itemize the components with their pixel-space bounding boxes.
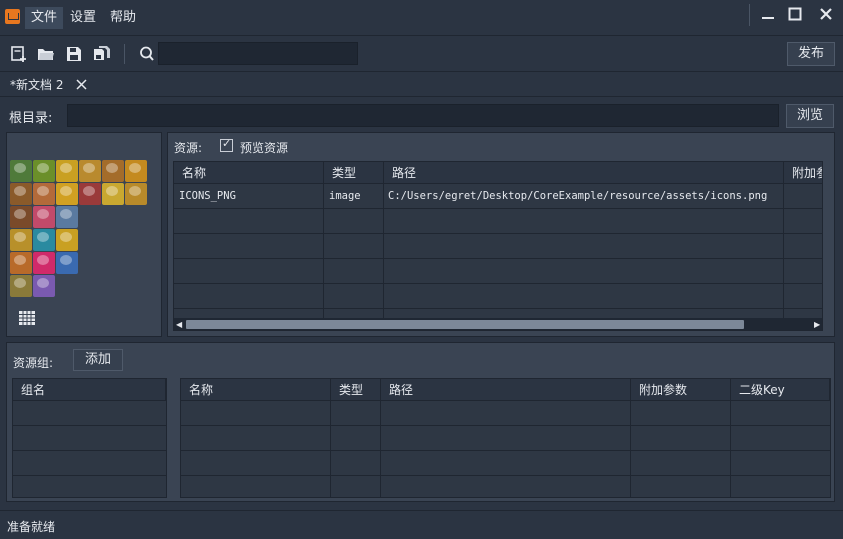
tab-new-document[interactable]: *新文档 2 [6, 74, 96, 96]
close-tab-icon[interactable] [76, 74, 87, 97]
table-row [181, 476, 830, 501]
app-logo-icon [5, 9, 20, 24]
column-header-extra-params[interactable]: 附加参数 [631, 379, 731, 401]
menu-help[interactable]: 帮助 [104, 7, 142, 29]
table-row[interactable]: ICONS_PNG image C:/Users/egret/Desktop/C… [174, 184, 822, 209]
column-header-type[interactable]: 类型 [331, 379, 381, 401]
title-menu-bar: 文件 设置 帮助 [0, 0, 843, 36]
toolbar-divider [124, 44, 125, 64]
column-divider [323, 162, 324, 320]
close-window-button[interactable] [814, 3, 838, 25]
root-directory-label: 根目录: [9, 111, 53, 126]
table-row [13, 401, 166, 426]
cell-name: ICONS_PNG [179, 190, 236, 202]
scroll-left-arrow-icon[interactable]: ◀ [176, 320, 182, 329]
table-row [181, 401, 830, 426]
group-table: 组名 [12, 378, 167, 498]
menu-file[interactable]: 文件 [25, 7, 64, 29]
table-row [174, 284, 822, 309]
column-divider [330, 379, 331, 497]
minimize-button[interactable] [756, 3, 780, 25]
column-divider [783, 162, 784, 320]
search-icon [140, 46, 154, 61]
group-detail-table: 名称 类型 路径 附加参数 二级Key [180, 378, 831, 498]
save-icon[interactable] [65, 45, 83, 63]
column-header-extra[interactable]: 附加参 [784, 162, 822, 184]
preview-resources-label[interactable]: 预览资源 [240, 139, 288, 156]
column-header-group-name[interactable]: 组名 [13, 379, 166, 401]
column-divider [630, 379, 631, 497]
sprite-sheet-preview [10, 160, 150, 302]
maximize-icon [788, 7, 802, 21]
table-row [174, 259, 822, 284]
resource-list-panel: 资源: 预览资源 名称 类型 路径 附加参 ICONS_PNG image C:… [167, 132, 835, 337]
column-divider [380, 379, 381, 497]
tab-label: *新文档 2 [10, 78, 64, 92]
column-header-type[interactable]: 类型 [324, 162, 384, 184]
resource-preview-panel [6, 132, 162, 337]
table-row [181, 426, 830, 451]
publish-button[interactable]: 发布 [787, 42, 835, 66]
table-row [181, 451, 830, 476]
maximize-button[interactable] [783, 3, 807, 25]
cell-path: C:/Users/egret/Desktop/CoreExample/resou… [388, 190, 768, 202]
status-bar: 准备就绪 [0, 510, 843, 539]
close-icon [820, 8, 832, 20]
search-input[interactable] [158, 42, 358, 65]
column-header-path[interactable]: 路径 [384, 162, 784, 184]
toolbar: 发布 [0, 36, 843, 72]
column-header-path[interactable]: 路径 [381, 379, 631, 401]
column-divider [383, 162, 384, 320]
column-header-name[interactable]: 名称 [181, 379, 331, 401]
column-header-secondary-key[interactable]: 二级Key [731, 379, 830, 401]
save-all-icon[interactable] [93, 45, 111, 63]
cell-type: image [329, 190, 361, 202]
column-divider [730, 379, 731, 497]
status-text: 准备就绪 [7, 520, 56, 534]
new-file-icon[interactable] [10, 45, 28, 63]
root-directory-field[interactable] [67, 104, 779, 127]
column-header-name[interactable]: 名称 [174, 162, 324, 184]
table-row [13, 426, 166, 451]
grid-view-icon[interactable] [19, 311, 35, 325]
table-row [174, 234, 822, 259]
minimize-icon [762, 17, 774, 19]
add-group-button[interactable]: 添加 [73, 349, 123, 371]
menu-settings[interactable]: 设置 [64, 7, 102, 29]
tab-divider [0, 96, 843, 97]
browse-button[interactable]: 浏览 [786, 104, 834, 128]
resources-label: 资源: [174, 141, 203, 155]
scroll-right-arrow-icon[interactable]: ▶ [814, 320, 820, 329]
preview-resources-checkbox[interactable] [220, 137, 233, 152]
resource-group-panel: 资源组: 添加 组名 名称 类型 路径 附加参数 二级Key [6, 342, 835, 502]
horizontal-scrollbar[interactable]: ◀ ▶ [174, 318, 822, 330]
resource-group-label: 资源组: [13, 356, 54, 370]
open-folder-icon[interactable] [37, 45, 55, 63]
table-row [13, 451, 166, 476]
window-controls-divider [749, 4, 750, 26]
scrollbar-thumb[interactable] [186, 320, 744, 329]
table-row [13, 476, 166, 501]
table-row [174, 209, 822, 234]
resource-table: 名称 类型 路径 附加参 ICONS_PNG image C:/Users/eg… [173, 161, 823, 331]
